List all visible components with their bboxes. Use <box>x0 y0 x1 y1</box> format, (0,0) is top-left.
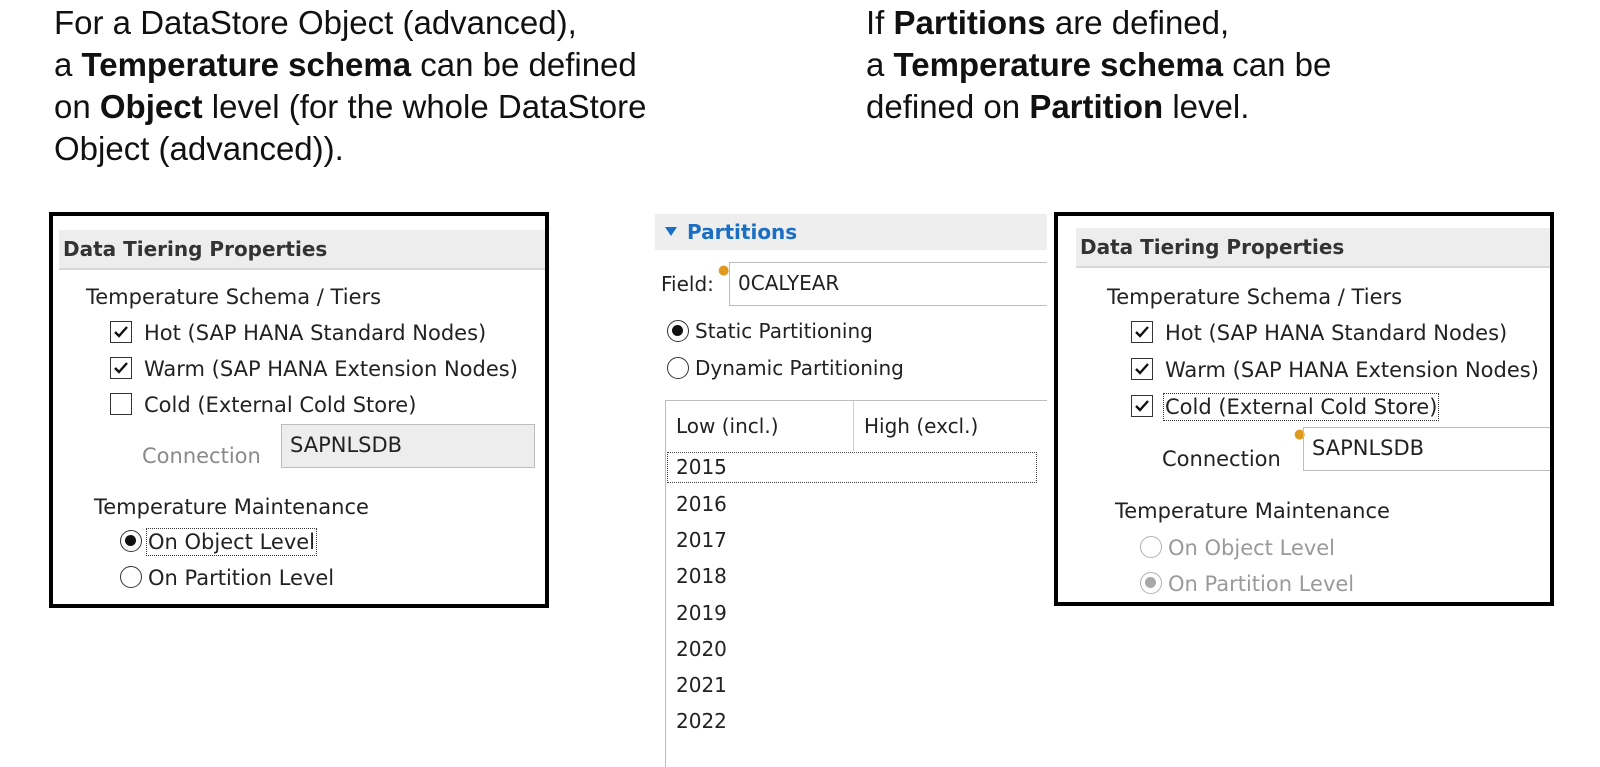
tier-warm-checkbox[interactable]: Warm (SAP HANA Extension Nodes) <box>110 355 518 383</box>
tiers-label: Temperature Schema / Tiers <box>86 285 382 309</box>
caption-line: defined on Partition level. <box>866 88 1250 125</box>
connection-field[interactable]: SAPNLSDB <box>1303 427 1550 471</box>
tier-hot-label: Hot (SAP HANA Standard Nodes) <box>144 321 487 345</box>
partitions-section: Partitions Field: ● 0CALYEAR Static Part… <box>655 214 1047 767</box>
maintenance-partition-label: On Partition Level <box>1168 572 1355 596</box>
tier-hot-checkbox[interactable]: Hot (SAP HANA Standard Nodes) <box>110 319 486 347</box>
tiers-label: Temperature Schema / Tiers <box>1107 285 1403 309</box>
field-input[interactable]: 0CALYEAR <box>729 262 1047 306</box>
table-row[interactable]: 2019 <box>666 597 1038 630</box>
data-tiering-panel-partition: Data Tiering Properties Temperature Sche… <box>1054 212 1554 606</box>
checkmark-icon <box>1135 326 1149 338</box>
maintenance-object-label: On Object Level <box>1168 536 1336 560</box>
partitions-header[interactable]: Partitions <box>655 214 1047 250</box>
maintenance-partition-label: On Partition Level <box>148 566 335 590</box>
maintenance-label: Temperature Maintenance <box>94 495 369 519</box>
table-row[interactable]: 2017 <box>666 524 1038 557</box>
tier-cold-checkbox[interactable]: Cold (External Cold Store) <box>1131 393 1440 421</box>
tier-warm-checkbox[interactable]: Warm (SAP HANA Extension Nodes) <box>1131 356 1539 384</box>
tier-cold-checkbox[interactable]: Cold (External Cold Store) <box>110 391 416 419</box>
maintenance-object-radio[interactable]: On Object Level <box>120 528 318 556</box>
checkmark-icon <box>1135 363 1149 375</box>
caption-line: If Partitions are defined, <box>866 4 1230 41</box>
checkbox[interactable] <box>1131 395 1153 417</box>
maintenance-partition-radio[interactable]: On Partition Level <box>1140 570 1354 598</box>
tier-cold-label: Cold (External Cold Store) <box>144 393 417 417</box>
caption-partition-level: If Partitions are defined, a Temperature… <box>866 2 1566 128</box>
maintenance-label: Temperature Maintenance <box>1115 499 1390 523</box>
caption-line: Object (advanced)). <box>54 130 344 167</box>
tier-cold-label: Cold (External Cold Store) <box>1162 393 1440 421</box>
tier-warm-label: Warm (SAP HANA Extension Nodes) <box>144 357 518 381</box>
tier-hot-label: Hot (SAP HANA Standard Nodes) <box>1165 321 1508 345</box>
connection-label: Connection <box>142 444 261 468</box>
caption-object-level: For a DataStore Object (advanced), a Tem… <box>54 2 774 170</box>
radio[interactable] <box>120 566 142 588</box>
table-row[interactable]: 2018 <box>666 560 1038 593</box>
maintenance-partition-radio[interactable]: On Partition Level <box>120 564 334 592</box>
checkbox[interactable] <box>110 321 132 343</box>
table-row[interactable]: 2020 <box>666 633 1038 666</box>
column-header-high[interactable]: High (excl.) <box>854 401 1047 451</box>
column-header-low[interactable]: Low (incl.) <box>666 401 854 451</box>
caption-line: For a DataStore Object (advanced), <box>54 4 577 41</box>
static-partitioning-radio[interactable]: Static Partitioning <box>667 317 873 345</box>
checkmark-icon <box>114 362 128 374</box>
radio[interactable] <box>120 530 142 552</box>
radio[interactable] <box>1140 536 1162 558</box>
table-row[interactable]: 2022 <box>666 705 1038 738</box>
connection-label: Connection <box>1162 447 1281 471</box>
triangle-down-icon[interactable] <box>665 227 677 236</box>
checkmark-icon <box>114 326 128 338</box>
radio[interactable] <box>1140 572 1162 594</box>
panel-title: Data Tiering Properties <box>59 230 545 270</box>
caption-line: a Temperature schema can be defined <box>54 46 637 83</box>
lightbulb-marker-icon: ● <box>718 263 730 278</box>
maintenance-object-label: On Object Level <box>145 528 318 556</box>
table-row[interactable]: 2016 <box>666 488 1038 521</box>
field-label: Field: <box>661 272 714 296</box>
tier-hot-checkbox[interactable]: Hot (SAP HANA Standard Nodes) <box>1131 319 1507 347</box>
maintenance-object-radio[interactable]: On Object Level <box>1140 534 1335 562</box>
partitions-title: Partitions <box>687 220 798 244</box>
radio[interactable] <box>667 319 689 342</box>
checkbox[interactable] <box>110 357 132 379</box>
table-row[interactable]: 2021 <box>666 669 1038 702</box>
radio[interactable] <box>667 356 689 379</box>
data-tiering-panel-object: Data Tiering Properties Temperature Sche… <box>49 212 549 608</box>
checkbox[interactable] <box>110 393 132 415</box>
checkbox[interactable] <box>1131 358 1153 380</box>
static-partitioning-label: Static Partitioning <box>695 319 873 343</box>
checkbox[interactable] <box>1131 321 1153 343</box>
checkmark-icon <box>1135 400 1149 412</box>
caption-line: on Object level (for the whole DataStore <box>54 88 647 125</box>
dynamic-partitioning-label: Dynamic Partitioning <box>695 356 904 380</box>
table-row[interactable]: 2015 <box>666 451 1038 484</box>
caption-line: a Temperature schema can be <box>866 46 1332 83</box>
partitions-table: Low (incl.) High (excl.) 2015 2016 2017 … <box>665 400 1047 767</box>
tier-warm-label: Warm (SAP HANA Extension Nodes) <box>1165 358 1539 382</box>
panel-title: Data Tiering Properties <box>1076 228 1550 268</box>
connection-field[interactable]: SAPNLSDB <box>281 424 535 468</box>
dynamic-partitioning-radio[interactable]: Dynamic Partitioning <box>667 354 904 382</box>
